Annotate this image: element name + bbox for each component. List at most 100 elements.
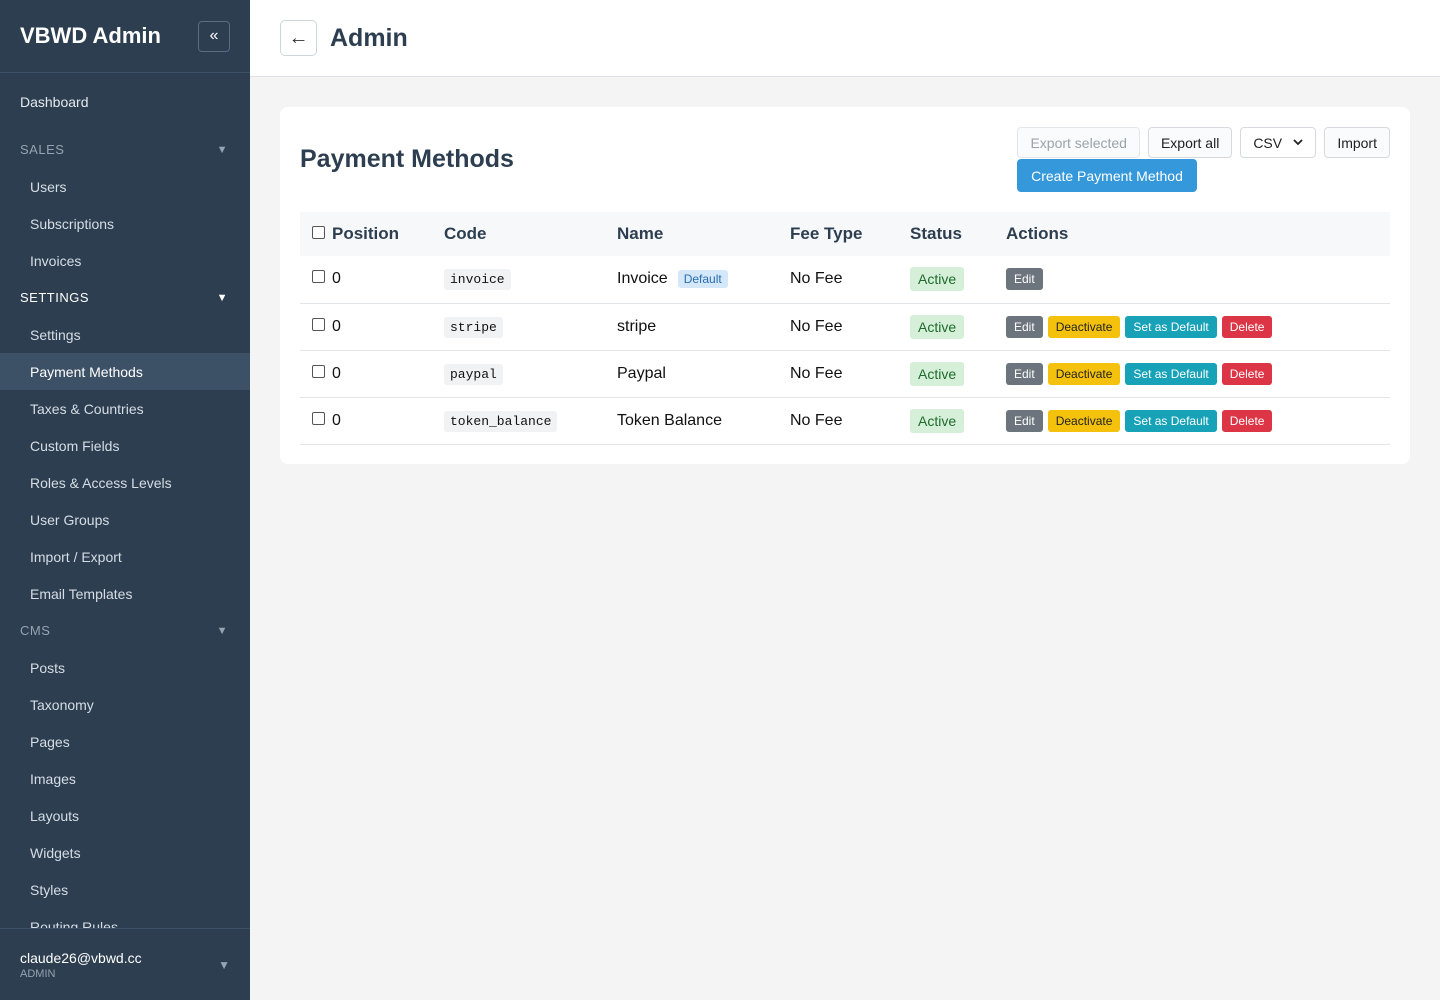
edit-button[interactable]: Edit xyxy=(1006,315,1043,338)
sidebar-section-sales[interactable]: SALES ▼ xyxy=(0,131,250,168)
name-cell: Token Balance xyxy=(617,411,722,429)
table-row: 0 invoice Invoice Default No Fee Active E… xyxy=(300,256,1390,303)
fee-type-cell: No Fee xyxy=(790,317,843,335)
sidebar-item-invoices[interactable]: Invoices xyxy=(0,242,250,279)
select-all-checkbox[interactable] xyxy=(312,226,325,239)
back-button[interactable]: ← xyxy=(280,20,317,56)
chevron-down-icon: ▼ xyxy=(216,291,228,304)
deactivate-button[interactable]: Deactivate xyxy=(1047,409,1121,432)
status-badge: Active xyxy=(910,314,965,339)
name-cell: Paypal xyxy=(617,364,666,382)
format-select-value: CSV xyxy=(1253,134,1283,151)
sidebar-item-taxonomy[interactable]: Taxonomy xyxy=(0,686,250,723)
column-header-actions: Actions xyxy=(1006,224,1069,243)
sidebar-item-settings[interactable]: Settings xyxy=(0,316,250,353)
edit-button[interactable]: Edit xyxy=(1006,409,1043,432)
sidebar-item-email-templates[interactable]: Email Templates xyxy=(0,575,250,612)
sidebar-section-settings[interactable]: SETTINGS ▼ xyxy=(0,279,250,316)
delete-button[interactable]: Delete xyxy=(1221,315,1273,338)
actions-cell: Edit xyxy=(1006,256,1390,303)
sidebar-item-custom-fields[interactable]: Custom Fields xyxy=(0,427,250,464)
sidebar: VBWD Admin « Dashboard SALES ▼ Users Subscr… xyxy=(0,0,250,1000)
toolbar: Export selected Export all CSV Import xyxy=(1017,127,1390,158)
sidebar-section-label: CMS xyxy=(20,623,51,638)
sidebar-item-widgets[interactable]: Widgets xyxy=(0,834,250,871)
sidebar-item-dashboard[interactable]: Dashboard xyxy=(0,73,250,131)
sidebar-item-pages[interactable]: Pages xyxy=(0,723,250,760)
sidebar-item-routing-rules[interactable]: Routing Rules xyxy=(0,908,250,929)
row-checkbox[interactable] xyxy=(312,317,325,331)
sidebar-item-roles-access-levels[interactable]: Roles & Access Levels xyxy=(0,464,250,501)
deactivate-button[interactable]: Deactivate xyxy=(1047,315,1121,338)
import-button[interactable]: Import xyxy=(1324,127,1390,158)
status-badge: Active xyxy=(910,267,965,292)
edit-button[interactable]: Edit xyxy=(1006,268,1043,291)
sidebar-item-styles[interactable]: Styles xyxy=(0,871,250,908)
page-title: Admin xyxy=(330,23,408,52)
code-cell: stripe xyxy=(444,316,503,338)
export-all-button[interactable]: Export all xyxy=(1147,127,1233,158)
row-checkbox[interactable] xyxy=(312,364,325,378)
actions-cell: Edit Deactivate Set as Default Delete xyxy=(1006,397,1390,444)
chevron-down-icon xyxy=(1293,139,1303,146)
position-cell: 0 xyxy=(332,270,341,288)
position-cell: 0 xyxy=(332,317,341,335)
sidebar-item-layouts[interactable]: Layouts xyxy=(0,797,250,834)
position-cell: 0 xyxy=(332,364,341,382)
sidebar-item-user-groups[interactable]: User Groups xyxy=(0,501,250,538)
default-badge: Default xyxy=(677,270,728,289)
fee-type-cell: No Fee xyxy=(790,411,843,429)
user-email: claude26@vbwd.cc xyxy=(20,949,142,966)
set-as-default-button[interactable]: Set as Default xyxy=(1125,315,1217,338)
user-menu[interactable]: claude26@vbwd.cc ADMIN ▼ xyxy=(0,928,250,1000)
deactivate-button[interactable]: Deactivate xyxy=(1047,362,1121,385)
set-as-default-button[interactable]: Set as Default xyxy=(1125,362,1217,385)
sidebar-item-import-export[interactable]: Import / Export xyxy=(0,538,250,575)
column-header-fee-type[interactable]: Fee Type xyxy=(790,212,910,256)
row-checkbox[interactable] xyxy=(312,411,325,425)
column-header-name[interactable]: Name xyxy=(617,212,790,256)
name-cell: Invoice xyxy=(617,270,668,288)
sidebar-item-users[interactable]: Users xyxy=(0,168,250,205)
sidebar-header: VBWD Admin « xyxy=(0,0,250,73)
code-cell: invoice xyxy=(444,269,511,291)
table-row: 0 stripe stripe No Fee Active Edit Deacti… xyxy=(300,303,1390,350)
section-title: Payment Methods xyxy=(300,145,514,173)
edit-button[interactable]: Edit xyxy=(1006,362,1043,385)
set-as-default-button[interactable]: Set as Default xyxy=(1125,409,1217,432)
status-badge: Active xyxy=(910,361,965,386)
chevron-down-icon[interactable]: ▼ xyxy=(218,958,230,972)
column-header-code[interactable]: Code xyxy=(444,212,617,256)
delete-button[interactable]: Delete xyxy=(1221,409,1273,432)
actions-cell: Edit Deactivate Set as Default Delete xyxy=(1006,303,1390,350)
sidebar-item-payment-methods[interactable]: Payment Methods xyxy=(0,353,250,390)
code-cell: paypal xyxy=(444,363,503,385)
position-cell: 0 xyxy=(332,411,341,429)
name-cell: stripe xyxy=(617,317,657,335)
format-select[interactable]: CSV xyxy=(1240,127,1317,158)
sidebar-item-taxes-countries[interactable]: Taxes & Countries xyxy=(0,390,250,427)
create-payment-method-button[interactable]: Create Payment Method xyxy=(1017,159,1197,192)
top-bar: ← Admin xyxy=(250,0,1440,77)
sidebar-item-posts[interactable]: Posts xyxy=(0,649,250,686)
user-role: ADMIN xyxy=(20,967,56,980)
status-badge: Active xyxy=(910,408,965,433)
export-selected-button[interactable]: Export selected xyxy=(1017,127,1140,158)
chevron-down-icon: ▼ xyxy=(216,143,228,156)
code-cell: token_balance xyxy=(444,410,558,432)
collapse-sidebar-button[interactable]: « xyxy=(198,20,230,52)
sidebar-nav: Dashboard SALES ▼ Users Subscriptions Invoic… xyxy=(0,73,250,928)
column-header-status[interactable]: Status xyxy=(910,212,1006,256)
column-header-position[interactable]: Position xyxy=(332,212,444,256)
sidebar-item-images[interactable]: Images xyxy=(0,760,250,797)
sidebar-section-cms[interactable]: CMS ▼ xyxy=(0,612,250,649)
actions-cell: Edit Deactivate Set as Default Delete xyxy=(1006,350,1390,397)
brand-logo[interactable]: VBWD Admin xyxy=(20,23,161,49)
delete-button[interactable]: Delete xyxy=(1221,362,1273,385)
row-checkbox[interactable] xyxy=(312,270,325,284)
table-header-row: Position Code Name Fee Type Status Actio… xyxy=(300,212,1390,256)
chevron-down-icon: ▼ xyxy=(216,624,228,637)
sidebar-item-subscriptions[interactable]: Subscriptions xyxy=(0,205,250,242)
table-row: 0 paypal Paypal No Fee Active Edit Deacti… xyxy=(300,350,1390,397)
table-row: 0 token_balance Token Balance No Fee Act… xyxy=(300,397,1390,444)
